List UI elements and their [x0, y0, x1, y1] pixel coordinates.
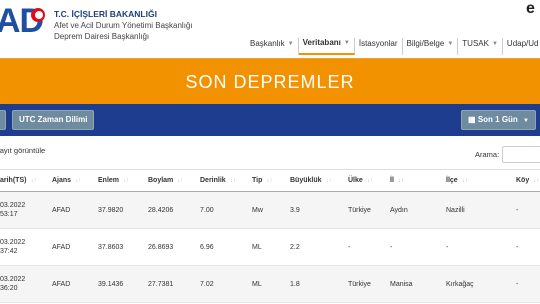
- sort-icon: ↓↑: [75, 178, 82, 184]
- column-header-depth[interactable]: Derinlik ↓↑: [194, 169, 246, 192]
- chevron-down-icon: ▼: [523, 118, 529, 124]
- org-block: T.C. İÇİŞLERİ BAKANLIĞI Afet ve Acil Dur…: [54, 9, 193, 42]
- records-info: kayıt görüntüle: [0, 146, 46, 155]
- cell-depth: 7.00: [194, 191, 246, 229]
- chevron-down-icon: ▼: [491, 40, 498, 47]
- search-input[interactable]: [502, 146, 540, 163]
- cell-district: Kırkağaç: [440, 265, 510, 303]
- cell-district: Nazilli: [440, 191, 510, 229]
- cell-district: -: [440, 228, 510, 266]
- cell-depth: 6.96: [194, 228, 246, 266]
- nav-item-udap[interactable]: Udap/Ud: [503, 38, 540, 55]
- column-header-magnitude[interactable]: Büyüklük ↓↑: [284, 169, 342, 192]
- org-department: Deprem Dairesi Başkanlığı: [54, 32, 150, 41]
- time-range-dropdown[interactable]: ▦ Son 1 Gün ▼: [461, 110, 536, 130]
- cell-province: -: [384, 228, 440, 266]
- sort-icon: ↓↑: [266, 178, 273, 184]
- nav-label: Veritabanı: [302, 38, 341, 47]
- cell-date: 03.2022 37:42: [0, 228, 46, 266]
- utc-timezone-button[interactable]: UTC Zaman Dilimi: [12, 110, 95, 130]
- main-nav: Başkanlık ▼ Veritabanı ▼ İstasyonlar Bilgi…: [246, 38, 540, 55]
- org-title: T.C. İÇİŞLERİ BAKANLIĞI: [54, 9, 157, 19]
- table-header-row: arih(TS) ↓↑ Ajans ↓↑ Enlem ↓↑ Boylam ↓↑ Deri…: [0, 169, 540, 192]
- column-header-country[interactable]: Ülke ↓↑: [342, 169, 384, 192]
- cell-country: Türkiye: [342, 265, 384, 303]
- chevron-down-icon: ▼: [447, 40, 454, 47]
- cell-latitude: 37.9820: [92, 191, 142, 229]
- cell-longitude: 28.4206: [142, 191, 194, 229]
- earthquake-table: arih(TS) ↓↑ Ajans ↓↑ Enlem ↓↑ Boylam ↓↑ Deri…: [0, 169, 540, 303]
- cell-village: -: [510, 265, 540, 303]
- sort-icon: ↓↑: [533, 178, 540, 184]
- org-subtitle: Afet ve Acil Durum Yönetimi Başkanlığı: [54, 21, 193, 30]
- cell-magnitude: 1.8: [284, 265, 342, 303]
- search-label: Arama:: [475, 150, 500, 159]
- cell-province: Manisa: [384, 265, 440, 303]
- nav-label: TUSAK: [462, 39, 489, 48]
- chevron-down-icon: ▼: [287, 40, 294, 47]
- column-header-province[interactable]: İl ↓↑: [384, 169, 440, 192]
- nav-item-veritabani[interactable]: Veritabanı ▼: [298, 38, 355, 55]
- cell-depth: 7.02: [194, 265, 246, 303]
- cell-village: -: [510, 191, 540, 229]
- cell-latitude: 37.8603: [92, 228, 142, 266]
- cell-agency: AFAD: [46, 228, 92, 266]
- cell-longitude: 27.7381: [142, 265, 194, 303]
- cell-agency: AFAD: [46, 191, 92, 229]
- cell-magnitude: 2.2: [284, 228, 342, 266]
- cell-type: ML: [246, 228, 284, 266]
- sort-icon: ↓↑: [366, 178, 373, 184]
- column-header-type[interactable]: Tip ↓↑: [246, 169, 284, 192]
- nav-item-tusak[interactable]: TUSAK ▼: [458, 38, 503, 55]
- cell-country: -: [342, 228, 384, 266]
- cell-date: 03.2022 36:20: [0, 265, 46, 303]
- column-header-longitude[interactable]: Boylam ↓↑: [142, 169, 194, 192]
- calendar-icon: ▦: [468, 115, 476, 124]
- sort-icon: ↓↑: [30, 178, 37, 184]
- table-row[interactable]: 03.2022 36:20 AFAD 39.1436 27.7381 7.02 M…: [0, 265, 540, 303]
- column-header-agency[interactable]: Ajans ↓↑: [46, 169, 92, 192]
- column-header-district[interactable]: İlçe ↓↑: [440, 169, 510, 192]
- nav-item-istasyonlar[interactable]: İstasyonlar: [355, 38, 403, 55]
- cell-latitude: 39.1436: [92, 265, 142, 303]
- column-header-date[interactable]: arih(TS) ↓↑: [0, 169, 46, 192]
- time-range-label: Son 1 Gün: [477, 115, 518, 124]
- cell-village: -: [510, 228, 540, 266]
- nav-item-baskanlik[interactable]: Başkanlık ▼: [246, 38, 299, 55]
- cell-type: ML: [246, 265, 284, 303]
- cell-province: Aydın: [384, 191, 440, 229]
- cell-type: Mw: [246, 191, 284, 229]
- table-toolbar: UTC Zaman Dilimi ▦ Son 1 Gün ▼: [0, 104, 540, 136]
- sort-icon: ↓↑: [325, 178, 332, 184]
- column-header-village[interactable]: Köy ↓↑: [510, 169, 540, 192]
- sort-icon: ↓↑: [461, 178, 468, 184]
- table-row[interactable]: 03.2022 53:17 AFAD 37.9820 28.4206 7.00 M…: [0, 191, 540, 229]
- site-header: AD T.C. İÇİŞLERİ BAKANLIĞI Afet ve Acil …: [0, 0, 540, 58]
- cell-longitude: 26.8693: [142, 228, 194, 266]
- nav-label: Başkanlık: [250, 39, 285, 48]
- sort-icon: ↓↑: [123, 178, 130, 184]
- page-title: SON DEPREMLER: [185, 72, 355, 92]
- nav-label: Bilgi/Belge: [406, 39, 445, 48]
- table-row[interactable]: 03.2022 37:42 AFAD 37.8603 26.8693 6.96 M…: [0, 228, 540, 266]
- sort-icon: ↓↑: [397, 178, 404, 184]
- sort-icon: ↓↑: [229, 178, 236, 184]
- page-banner: SON DEPREMLER: [0, 58, 540, 104]
- column-header-latitude[interactable]: Enlem ↓↑: [92, 169, 142, 192]
- crescent-star-icon: [31, 8, 45, 22]
- nav-label: İstasyonlar: [358, 39, 398, 48]
- cell-country: Türkiye: [342, 191, 384, 229]
- cell-date: 03.2022 53:17: [0, 191, 46, 229]
- cell-agency: AFAD: [46, 265, 92, 303]
- chevron-down-icon: ▼: [343, 39, 350, 46]
- nav-item-bilgi-belge[interactable]: Bilgi/Belge ▼: [403, 38, 459, 55]
- cell-magnitude: 3.9: [284, 191, 342, 229]
- toolbar-left-button[interactable]: [0, 110, 6, 130]
- nav-label: Udap/Ud: [506, 39, 539, 48]
- corner-text: e: [526, 0, 535, 17]
- sort-icon: ↓↑: [177, 178, 184, 184]
